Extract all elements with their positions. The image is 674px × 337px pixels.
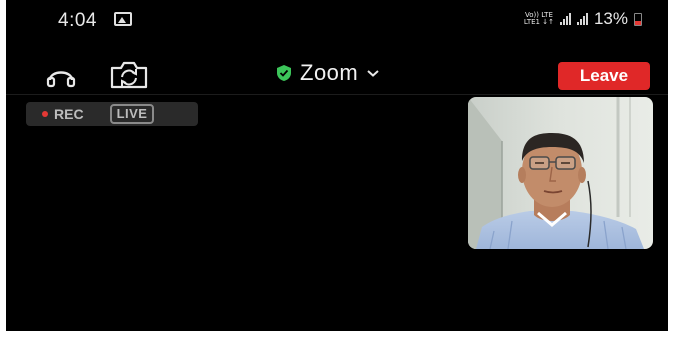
participant-video[interactable] [468,97,653,249]
status-indicators: Vo)) LTE LTE1 ↓↑ 13% [524,9,642,29]
battery-percentage: 13% [593,9,628,28]
recording-dot-icon [42,111,48,117]
signal-icon [576,13,588,25]
header-divider [6,94,668,95]
gallery-icon [114,12,132,26]
camera-switch-icon[interactable] [108,60,150,90]
rec-label: REC [54,106,84,122]
chevron-down-icon [367,70,379,77]
meeting-title-dropdown[interactable]: Zoom [276,60,380,86]
recording-badge: REC LIVE [26,102,198,126]
live-label: LIVE [109,104,155,124]
signal-icon [559,13,571,25]
meeting-screen: 4:04 Vo)) LTE LTE1 ↓↑ 13% Zoom Leave REC… [6,0,668,331]
meeting-title: Zoom [300,60,359,85]
status-time: 4:04 [58,10,97,31]
headset-icon[interactable] [46,64,76,90]
network-type-indicator: Vo)) LTE LTE1 ↓↑ [523,11,554,26]
shield-check-icon [277,65,291,81]
battery-icon [634,12,642,26]
leave-button[interactable]: Leave [558,62,650,90]
